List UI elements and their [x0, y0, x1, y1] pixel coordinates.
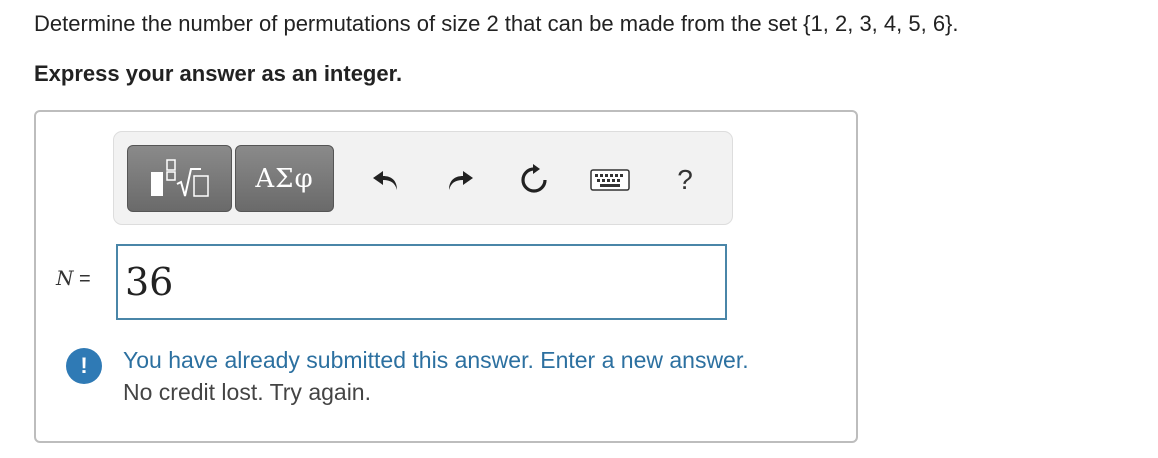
templates-icon [150, 158, 209, 197]
undo-icon[interactable] [366, 160, 406, 200]
templates-button[interactable] [127, 145, 232, 212]
feedback-detail: No credit lost. Try again. [123, 379, 371, 405]
answer-instruction: Express your answer as an integer. [34, 61, 403, 86]
equals-sign: = [73, 268, 91, 290]
redo-icon[interactable] [440, 160, 480, 200]
variable-label: N = [56, 266, 91, 291]
answer-input[interactable] [116, 244, 727, 320]
alert-icon: ! [66, 348, 102, 384]
help-button[interactable]: ? [670, 160, 700, 200]
question-text: Determine the number of permutations of … [34, 11, 959, 36]
symbols-button[interactable]: ΑΣφ [235, 145, 334, 212]
keyboard-icon[interactable] [590, 160, 630, 200]
reset-icon[interactable] [514, 160, 554, 200]
variable-name: N [56, 266, 74, 290]
feedback-text: You have already submitted this answer. … [123, 347, 749, 373]
